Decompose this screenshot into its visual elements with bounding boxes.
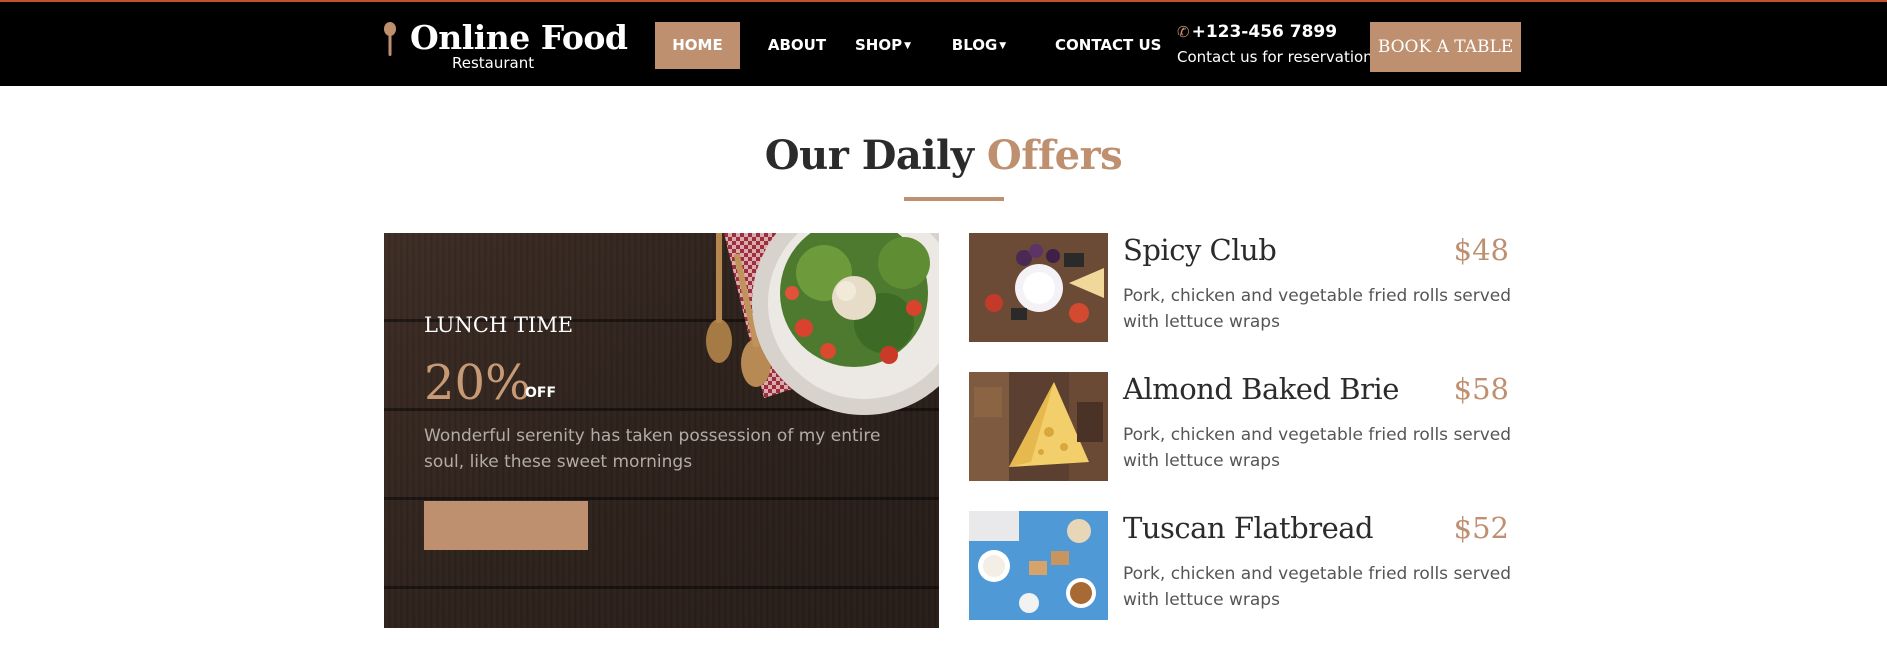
menu-item[interactable]: Spicy Club $48 Pork, chicken and vegetab… [969,233,1521,343]
contact-note: Contact us for reservation [1177,48,1373,66]
menu-item[interactable]: Tuscan Flatbread $52 Pork, chicken and v… [969,511,1521,621]
menu-item-image[interactable] [969,511,1108,620]
section-title-main: Our Daily [764,132,974,179]
menu-item-description: Pork, chicken and vegetable fried rolls … [1123,425,1512,471]
menu-item[interactable]: Almond Baked Brie $58 Pork, chicken and … [969,372,1521,482]
nav-contact[interactable]: CONTACT US [1055,22,1162,69]
caret-down-icon: ▼ [904,41,912,51]
brand-name: Online Food [410,18,628,57]
menu-item-description: Pork, chicken and vegetable fried rolls … [1123,286,1512,332]
nav-home-label: HOME [672,36,723,54]
menu-item-name: Spicy Club [1123,233,1277,267]
phone-text: +123-456 7899 [1191,22,1338,42]
spoon-icon [384,22,396,56]
promo-card: LUNCH TIME 20% OFF Wonderful serenity ha… [384,233,939,628]
section-title: Our Daily Offers [0,132,1887,179]
promo-button[interactable] [424,501,588,550]
section-title-accent: Offers [986,132,1123,179]
menu-item-price: $58 [1453,372,1509,406]
contact-info: ✆ +123-456 7899 Contact us for reservatio… [1177,22,1373,66]
promo-description: Wonderful serenity has taken possession … [424,426,881,472]
book-a-table-button[interactable]: BOOK A TABLE [1370,22,1521,72]
phone-number[interactable]: ✆ +123-456 7899 [1177,22,1373,42]
menu-item-name: Tuscan Flatbread [1123,511,1374,545]
menu-item-image[interactable] [969,233,1108,342]
phone-icon: ✆ [1177,23,1190,41]
promo-off-label: OFF [525,385,557,401]
nav-blog-label: BLOG [951,36,998,54]
caret-down-icon: ▼ [999,41,1007,51]
title-underline [904,197,1004,201]
nav-about-label: ABOUT [767,36,827,54]
promo-heading: LUNCH TIME [424,313,574,337]
site-header: Online Food Restaurant HOME ABOUT SHOP ▼ … [0,0,1887,86]
baked-brie-image [969,372,1108,481]
nav-shop-label: SHOP [854,36,903,54]
menu-item-description: Pork, chicken and vegetable fried rolls … [1123,564,1512,610]
nav-shop[interactable]: SHOP ▼ [853,22,913,69]
flatbread-image [969,511,1108,620]
nav-contact-label: CONTACT US [1055,36,1162,54]
brand-logo[interactable]: Online Food Restaurant [380,18,628,74]
brand-subtitle: Restaurant [452,54,535,72]
menu-item-name: Almond Baked Brie [1123,372,1399,406]
cheese-board-image [969,233,1108,342]
nav-about[interactable]: ABOUT [762,22,832,69]
nav-blog[interactable]: BLOG ▼ [949,22,1009,69]
promo-discount: 20% [424,355,531,411]
menu-item-price: $52 [1453,511,1509,545]
menu-item-price: $48 [1453,233,1509,267]
nav-home[interactable]: HOME [655,22,740,69]
menu-item-image[interactable] [969,372,1108,481]
